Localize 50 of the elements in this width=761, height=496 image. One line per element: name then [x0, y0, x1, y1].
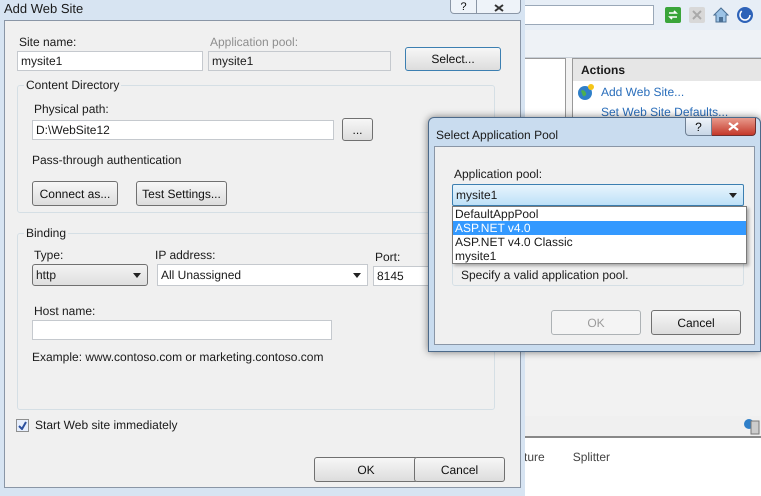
dropdown-option[interactable]: mysite1 — [453, 249, 746, 263]
dialog-button[interactable]: Cancel — [651, 310, 741, 335]
action-link[interactable]: Set Web Site Defaults... — [601, 105, 728, 119]
refresh-icon[interactable] — [664, 6, 682, 24]
host-name-field[interactable] — [32, 320, 332, 340]
dialog-button[interactable]: Connect as... — [32, 181, 118, 206]
field-label: Host name: — [33, 304, 96, 318]
application-pool-dropdown[interactable]: mysite1 — [452, 184, 744, 206]
panel-title: Actions — [573, 59, 761, 81]
feature-label[interactable]: Splitter — [572, 450, 610, 464]
close-button[interactable] — [477, 0, 521, 14]
close-icon — [494, 4, 504, 12]
globe-icon — [577, 83, 595, 101]
browse-button[interactable]: ... — [342, 118, 373, 141]
window-title: Select Application Pool — [436, 128, 558, 142]
dropdown-option[interactable]: ASP.NET v4.0 Classic — [453, 235, 746, 249]
type-dropdown[interactable]: http — [32, 264, 148, 286]
field-label: Type: — [33, 248, 64, 262]
site-name-field[interactable]: mysite1 — [17, 51, 203, 71]
select-button[interactable]: Select... — [405, 47, 501, 71]
dialog-button[interactable]: OK — [314, 457, 418, 482]
close-button[interactable] — [712, 118, 756, 136]
field-label: IP address: — [154, 248, 216, 262]
field-label: Port: — [374, 250, 402, 264]
checkbox[interactable] — [16, 418, 29, 432]
home-icon[interactable] — [712, 6, 730, 24]
ip-address-dropdown[interactable]: All Unassigned — [157, 264, 368, 286]
caret-icon — [353, 272, 361, 278]
help-button[interactable]: ? — [450, 0, 477, 14]
dialog-button[interactable]: Test Settings... — [136, 181, 227, 206]
action-link[interactable]: Add Web Site... — [601, 85, 684, 99]
caret-icon — [133, 272, 141, 278]
help-button[interactable]: ? — [685, 118, 712, 136]
checkbox-label: Start Web site immediately — [35, 418, 178, 432]
physical-path-field[interactable]: D:\WebSite12 — [32, 120, 334, 140]
field-label: Site name: — [18, 35, 78, 49]
group-title: Content Directory — [24, 78, 122, 92]
authentication-label: Pass-through authentication — [32, 153, 182, 167]
feature-label[interactable]: ture — [524, 450, 545, 464]
close-icon — [728, 122, 739, 131]
window-title: Add Web Site — [4, 1, 84, 16]
field-label: Application pool: — [453, 167, 544, 181]
hint-text: Specify a valid application pool. — [461, 268, 628, 282]
group-title: Binding — [24, 226, 68, 240]
dialog-button[interactable]: Cancel — [414, 457, 505, 482]
dropdown-option[interactable]: DefaultAppPool — [453, 207, 746, 221]
field-label: Physical path: — [33, 102, 110, 116]
caret-icon — [729, 192, 737, 198]
field-label: Application pool: — [209, 35, 300, 49]
example-text: Example: www.contoso.com or marketing.contoso.com — [32, 350, 324, 364]
